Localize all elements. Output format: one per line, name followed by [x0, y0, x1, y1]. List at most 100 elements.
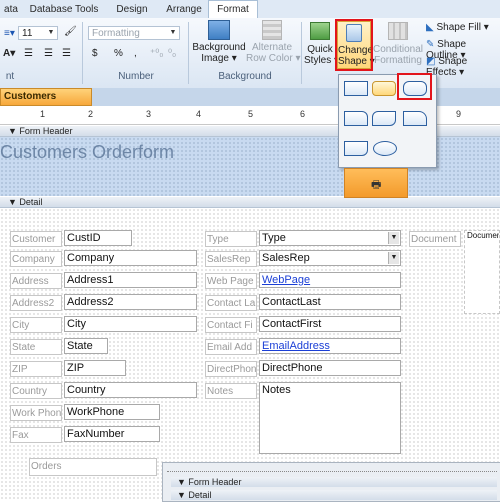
- format-painter-icon[interactable]: 🖌: [64, 26, 77, 37]
- subform-form-header-bar[interactable]: ▼ Form Header: [171, 477, 497, 487]
- combo-type[interactable]: Type ▼: [259, 230, 401, 246]
- pencil-icon: ✎: [426, 39, 435, 50]
- label-email-address[interactable]: Email Add: [205, 339, 257, 355]
- comma-button[interactable]: ,: [134, 48, 137, 59]
- label-customer[interactable]: Customer: [10, 231, 62, 247]
- section-arrow-icon: ▼: [177, 490, 189, 500]
- field-address2[interactable]: Address2: [64, 294, 197, 310]
- shape-fill-button[interactable]: ◣ Shape Fill ▾: [426, 22, 489, 33]
- label-country[interactable]: Country: [10, 383, 62, 399]
- font-size-value: 11: [22, 28, 33, 39]
- ruler-number: 6: [300, 109, 306, 119]
- combo-salesrep[interactable]: SalesRep ▼: [259, 250, 401, 266]
- effects-icon: ◩: [426, 56, 436, 67]
- align-icon[interactable]: ≡▾: [4, 28, 15, 39]
- background-image-button[interactable]: Background Image ▾: [192, 20, 246, 64]
- group-divider: [301, 22, 302, 84]
- decrease-decimal-icon[interactable]: ⁰₀: [168, 48, 176, 59]
- alternate-row-color-button[interactable]: Alternate Row Color ▾: [246, 20, 300, 64]
- number-group-label: Number: [118, 71, 154, 82]
- field-email-address[interactable]: EmailAddress: [259, 338, 401, 354]
- object-tab-customers-orderform[interactable]: Customers Orderform: [0, 88, 92, 118]
- subform-form-header-label: Form Header: [188, 477, 242, 487]
- label-web-page[interactable]: Web Page: [205, 273, 257, 289]
- field-custid[interactable]: CustID: [64, 230, 132, 246]
- field-address1[interactable]: Address1: [64, 272, 197, 288]
- tab-data[interactable]: ata: [0, 2, 22, 18]
- label-work-phone[interactable]: Work Phon: [10, 405, 62, 421]
- selected-command-button[interactable]: 🖶: [344, 168, 408, 198]
- align-center-icon[interactable]: ☰: [44, 48, 53, 59]
- label-address2[interactable]: Address2: [10, 295, 62, 311]
- chevron-down-icon: ▼: [169, 29, 177, 36]
- combo-type-value: Type: [262, 232, 286, 244]
- shape-rounded-rectangle-selected[interactable]: [372, 81, 396, 96]
- label-city[interactable]: City: [10, 317, 62, 333]
- field-document-attachment[interactable]: Documen: [464, 230, 500, 314]
- label-direct-phone[interactable]: DirectPhon: [205, 361, 257, 377]
- font-group-label: nt: [5, 71, 15, 82]
- label-address[interactable]: Address: [10, 273, 62, 289]
- chevron-down-icon[interactable]: ▼: [388, 252, 399, 264]
- highlight-box-rounded-shape: [397, 73, 432, 100]
- subform-detail-bar[interactable]: ▼ Detail: [171, 490, 497, 500]
- form-title[interactable]: Customers Orderform: [0, 142, 174, 163]
- label-document[interactable]: Document: [409, 231, 461, 247]
- ruler-number: 2: [88, 109, 94, 119]
- field-company[interactable]: Company: [64, 250, 197, 266]
- font-color-icon[interactable]: A▾: [3, 48, 15, 59]
- tab-design[interactable]: Design: [108, 2, 156, 18]
- ruler-number: 4: [196, 109, 202, 119]
- label-orders[interactable]: Orders: [29, 458, 157, 476]
- field-notes[interactable]: Notes: [259, 382, 401, 454]
- section-arrow-icon: ▼: [8, 126, 20, 136]
- number-format-combo[interactable]: Formatting ▼: [88, 26, 180, 40]
- label-contact-first[interactable]: Contact Fi: [205, 317, 257, 333]
- align-right-icon[interactable]: ☰: [62, 48, 71, 59]
- shape-snip-corner-rectangle[interactable]: [344, 111, 368, 126]
- picture-icon: [208, 20, 230, 40]
- chevron-down-icon[interactable]: ▼: [388, 232, 399, 244]
- shape-oval[interactable]: [373, 141, 397, 156]
- detail-bar[interactable]: ▼ Detail: [0, 197, 500, 208]
- shape-effects-button[interactable]: ◩ Shape Effects ▾: [426, 56, 500, 78]
- label-zip[interactable]: ZIP: [10, 361, 62, 377]
- field-state[interactable]: State: [64, 338, 108, 354]
- align-left-icon[interactable]: ☰: [24, 48, 33, 59]
- shape-round-corner-rectangle[interactable]: [403, 111, 427, 126]
- increase-decimal-icon[interactable]: ⁺⁰₀: [150, 48, 163, 59]
- ruler-number: 3: [146, 109, 152, 119]
- label-company[interactable]: Company: [10, 251, 62, 267]
- font-size-combo[interactable]: 11 ▼: [18, 26, 58, 40]
- tab-arrange[interactable]: Arrange: [160, 2, 208, 18]
- label-fax[interactable]: Fax: [10, 427, 62, 443]
- quick-styles-button[interactable]: Quick Styles ▾: [304, 20, 339, 66]
- ruler-number: 1: [40, 109, 46, 119]
- field-work-phone[interactable]: WorkPhone: [64, 404, 160, 420]
- ribbon-tab-bar: ata Database Tools Design Arrange Format: [0, 0, 500, 20]
- field-country[interactable]: Country: [64, 382, 197, 398]
- field-zip[interactable]: ZIP: [64, 360, 126, 376]
- shape-diagonal-corner-rectangle[interactable]: [372, 111, 396, 126]
- label-type[interactable]: Type: [205, 231, 257, 247]
- field-web-page[interactable]: WebPage: [259, 272, 401, 288]
- printer-icon: 🖶: [371, 179, 382, 191]
- label-state[interactable]: State: [10, 339, 62, 355]
- tab-format[interactable]: Format: [208, 0, 258, 20]
- label-contact-last[interactable]: Contact La: [205, 295, 257, 311]
- field-contact-last[interactable]: ContactLast: [259, 294, 401, 310]
- shape-snip-rectangle[interactable]: [344, 141, 368, 156]
- label-notes[interactable]: Notes: [205, 383, 257, 399]
- conditional-formatting-button[interactable]: Conditional Formatting: [372, 20, 424, 66]
- shape-rectangle[interactable]: [344, 81, 368, 96]
- field-contact-first[interactable]: ContactFirst: [259, 316, 401, 332]
- field-fax-number[interactable]: FaxNumber: [64, 426, 160, 442]
- tab-database-tools[interactable]: Database Tools: [26, 2, 102, 18]
- field-city[interactable]: City: [64, 316, 197, 332]
- currency-button[interactable]: $: [92, 48, 98, 59]
- chevron-down-icon: ▼: [47, 29, 55, 36]
- label-salesrep[interactable]: SalesRep: [205, 251, 257, 267]
- percent-button[interactable]: %: [114, 48, 123, 59]
- field-direct-phone[interactable]: DirectPhone: [259, 360, 401, 376]
- orders-subform[interactable]: ▼ Form Header ▼ Detail: [162, 462, 500, 502]
